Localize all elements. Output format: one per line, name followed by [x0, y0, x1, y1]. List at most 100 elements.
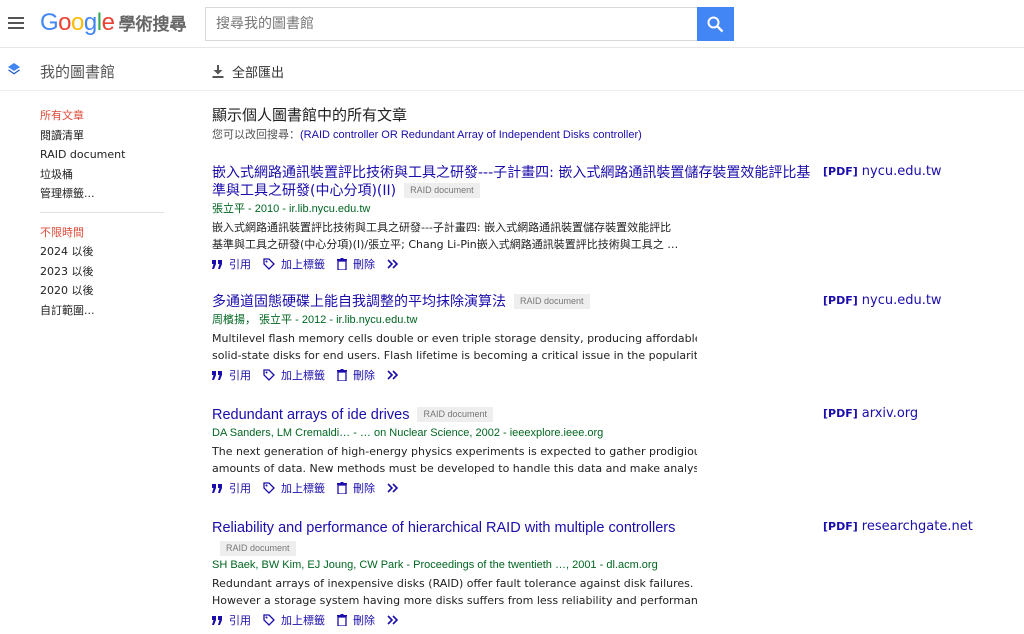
add-label-label: 加上標籤	[281, 614, 325, 627]
result-meta: SH Baek, BW Kim, EJ Joung, CW Park - Pro…	[212, 559, 658, 571]
sidebar-item-since-2020[interactable]: 2020 以後	[40, 281, 170, 301]
delete-button[interactable]: 刪除	[337, 256, 375, 272]
pdf-link[interactable]: [PDF] nycu.edu.tw	[823, 164, 942, 179]
top-bar: Google 學術搜尋	[0, 0, 1024, 48]
result-title-text[interactable]: 多通道固態硬碟上能自我調整的平均抹除演算法	[212, 294, 506, 310]
result-snippet: Multilevel flash memory cells double or …	[212, 330, 697, 364]
main-content: 顯示個人圖書館中的所有文章 您可以改回搜尋：(RAID controller O…	[212, 104, 1012, 627]
cite-button[interactable]: 引用	[212, 256, 251, 272]
snippet-line-2: solid-state disks for end users. Flash l…	[212, 349, 697, 362]
logo-letter: o	[71, 9, 84, 36]
sidebar-item-any-time[interactable]: 不限時間	[40, 223, 170, 243]
retry-query-link[interactable]: (RAID controller OR Redundant Array of I…	[300, 129, 642, 141]
pdf-site: arxiv.org	[861, 406, 919, 421]
snippet-line-1: Multilevel flash memory cells double or …	[212, 332, 697, 345]
logo-letter: e	[101, 9, 115, 36]
delete-button[interactable]: 刪除	[337, 612, 375, 628]
pdf-tag: [PDF]	[823, 520, 858, 533]
add-label-button[interactable]: 加上標籤	[263, 480, 325, 496]
library-title: 我的圖書館	[40, 63, 116, 81]
quote-icon	[212, 483, 222, 493]
more-button[interactable]	[387, 370, 405, 380]
result-actions: 引用 加上標籤 刪除	[212, 366, 1012, 384]
result-title-text[interactable]: Reliability and performance of hierarchi…	[212, 520, 675, 536]
pdf-site: researchgate.net	[861, 519, 973, 534]
result-label-badge: RAID document	[220, 541, 296, 556]
pdf-tag: [PDF]	[823, 294, 858, 307]
result-actions: 引用 加上標籤 刪除	[212, 479, 1012, 497]
sidebar: 所有文章 閱讀清單 RAID document 垃圾桶 管理標籤... 不限時間…	[40, 106, 170, 320]
cite-label: 引用	[229, 614, 251, 627]
delete-button[interactable]: 刪除	[337, 367, 375, 383]
export-all-button[interactable]: 全部匯出	[212, 62, 284, 81]
logo-letter: G	[40, 9, 59, 36]
pdf-link[interactable]: [PDF] nycu.edu.tw	[823, 293, 942, 308]
delete-label: 刪除	[353, 614, 375, 627]
double-chevron-icon	[387, 615, 399, 625]
sidebar-item-manage-labels[interactable]: 管理標籤...	[40, 184, 170, 204]
sidebar-item-trash[interactable]: 垃圾桶	[40, 165, 170, 185]
result-title-text[interactable]: 嵌入式網路通訊裝置評比技術與工具之研發---子計畫四: 嵌入式網路通訊裝置儲存裝…	[212, 165, 810, 199]
pdf-tag: [PDF]	[823, 165, 858, 178]
cite-button[interactable]: 引用	[212, 612, 251, 628]
sidebar-item-custom-range[interactable]: 自訂範圍...	[40, 301, 170, 321]
cite-label: 引用	[229, 369, 251, 382]
result-title[interactable]: Reliability and performance of hierarchi…	[212, 519, 812, 556]
trash-icon	[337, 258, 347, 270]
result-title[interactable]: 嵌入式網路通訊裝置評比技術與工具之研發---子計畫四: 嵌入式網路通訊裝置儲存裝…	[212, 164, 812, 200]
tag-icon	[263, 482, 275, 494]
add-label-button[interactable]: 加上標籤	[263, 256, 325, 272]
sidebar-item-since-2024[interactable]: 2024 以後	[40, 242, 170, 262]
quote-icon	[212, 259, 222, 269]
logo-google-text: Google	[40, 9, 115, 37]
double-chevron-icon	[387, 370, 399, 380]
cite-button[interactable]: 引用	[212, 367, 251, 383]
search-input[interactable]	[205, 7, 697, 41]
result-item: Reliability and performance of hierarchi…	[212, 519, 1012, 629]
sidebar-item-raid-document[interactable]: RAID document	[40, 145, 170, 165]
export-all-label: 全部匯出	[232, 66, 285, 81]
quote-icon	[212, 615, 222, 625]
delete-label: 刪除	[353, 258, 375, 271]
pdf-link[interactable]: [PDF] arxiv.org	[823, 406, 918, 421]
result-title[interactable]: 多通道固態硬碟上能自我調整的平均抹除演算法 RAID document	[212, 293, 812, 311]
snippet-line-2: However a storage system having more dis…	[212, 594, 697, 607]
add-label-button[interactable]: 加上標籤	[263, 367, 325, 383]
logo-letter: g	[83, 9, 97, 36]
more-button[interactable]	[387, 615, 405, 625]
search-icon	[707, 16, 724, 33]
sidebar-item-reading-list[interactable]: 閱讀清單	[40, 126, 170, 146]
google-scholar-logo[interactable]: Google 學術搜尋	[40, 9, 186, 39]
result-label-badge: RAID document	[417, 407, 494, 422]
result-item: Redundant arrays of ide drives RAID docum…	[212, 406, 1012, 497]
library-icon[interactable]	[7, 62, 21, 76]
double-chevron-icon	[387, 259, 399, 269]
result-item: 嵌入式網路通訊裝置評比技術與工具之研發---子計畫四: 嵌入式網路通訊裝置儲存裝…	[212, 164, 1012, 273]
result-item: 多通道固態硬碟上能自我調整的平均抹除演算法 RAID document 周檳揚， …	[212, 293, 1012, 384]
more-button[interactable]	[387, 483, 405, 493]
sidebar-item-since-2023[interactable]: 2023 以後	[40, 262, 170, 282]
result-meta: 周檳揚， 張立平 - 2012 - ir.lib.nycu.edu.tw	[212, 314, 418, 326]
pdf-site: nycu.edu.tw	[861, 164, 942, 179]
trash-icon	[337, 614, 347, 626]
sidebar-item-all-articles[interactable]: 所有文章	[40, 106, 170, 126]
tag-icon	[263, 258, 275, 270]
logo-letter: o	[58, 9, 72, 36]
delete-button[interactable]: 刪除	[337, 480, 375, 496]
search-button[interactable]	[697, 7, 734, 41]
trash-icon	[337, 482, 347, 494]
divider	[0, 90, 1024, 91]
result-title-text[interactable]: Redundant arrays of ide drives	[212, 407, 409, 423]
trash-icon	[337, 369, 347, 381]
pdf-link[interactable]: [PDF] researchgate.net	[823, 519, 973, 534]
result-actions: 引用 加上標籤 刪除	[212, 611, 1012, 629]
result-title[interactable]: Redundant arrays of ide drives RAID docum…	[212, 406, 812, 424]
snippet-line-1: 嵌入式網路通訊裝置評比技術與工具之研發---子計畫四: 嵌入式網路通訊裝置儲存裝…	[212, 221, 672, 234]
add-label-button[interactable]: 加上標籤	[263, 612, 325, 628]
pdf-tag: [PDF]	[823, 407, 858, 420]
delete-label: 刪除	[353, 482, 375, 495]
more-button[interactable]	[387, 259, 405, 269]
hamburger-menu-icon[interactable]	[6, 12, 26, 34]
cite-button[interactable]: 引用	[212, 480, 251, 496]
add-label-label: 加上標籤	[281, 482, 325, 495]
